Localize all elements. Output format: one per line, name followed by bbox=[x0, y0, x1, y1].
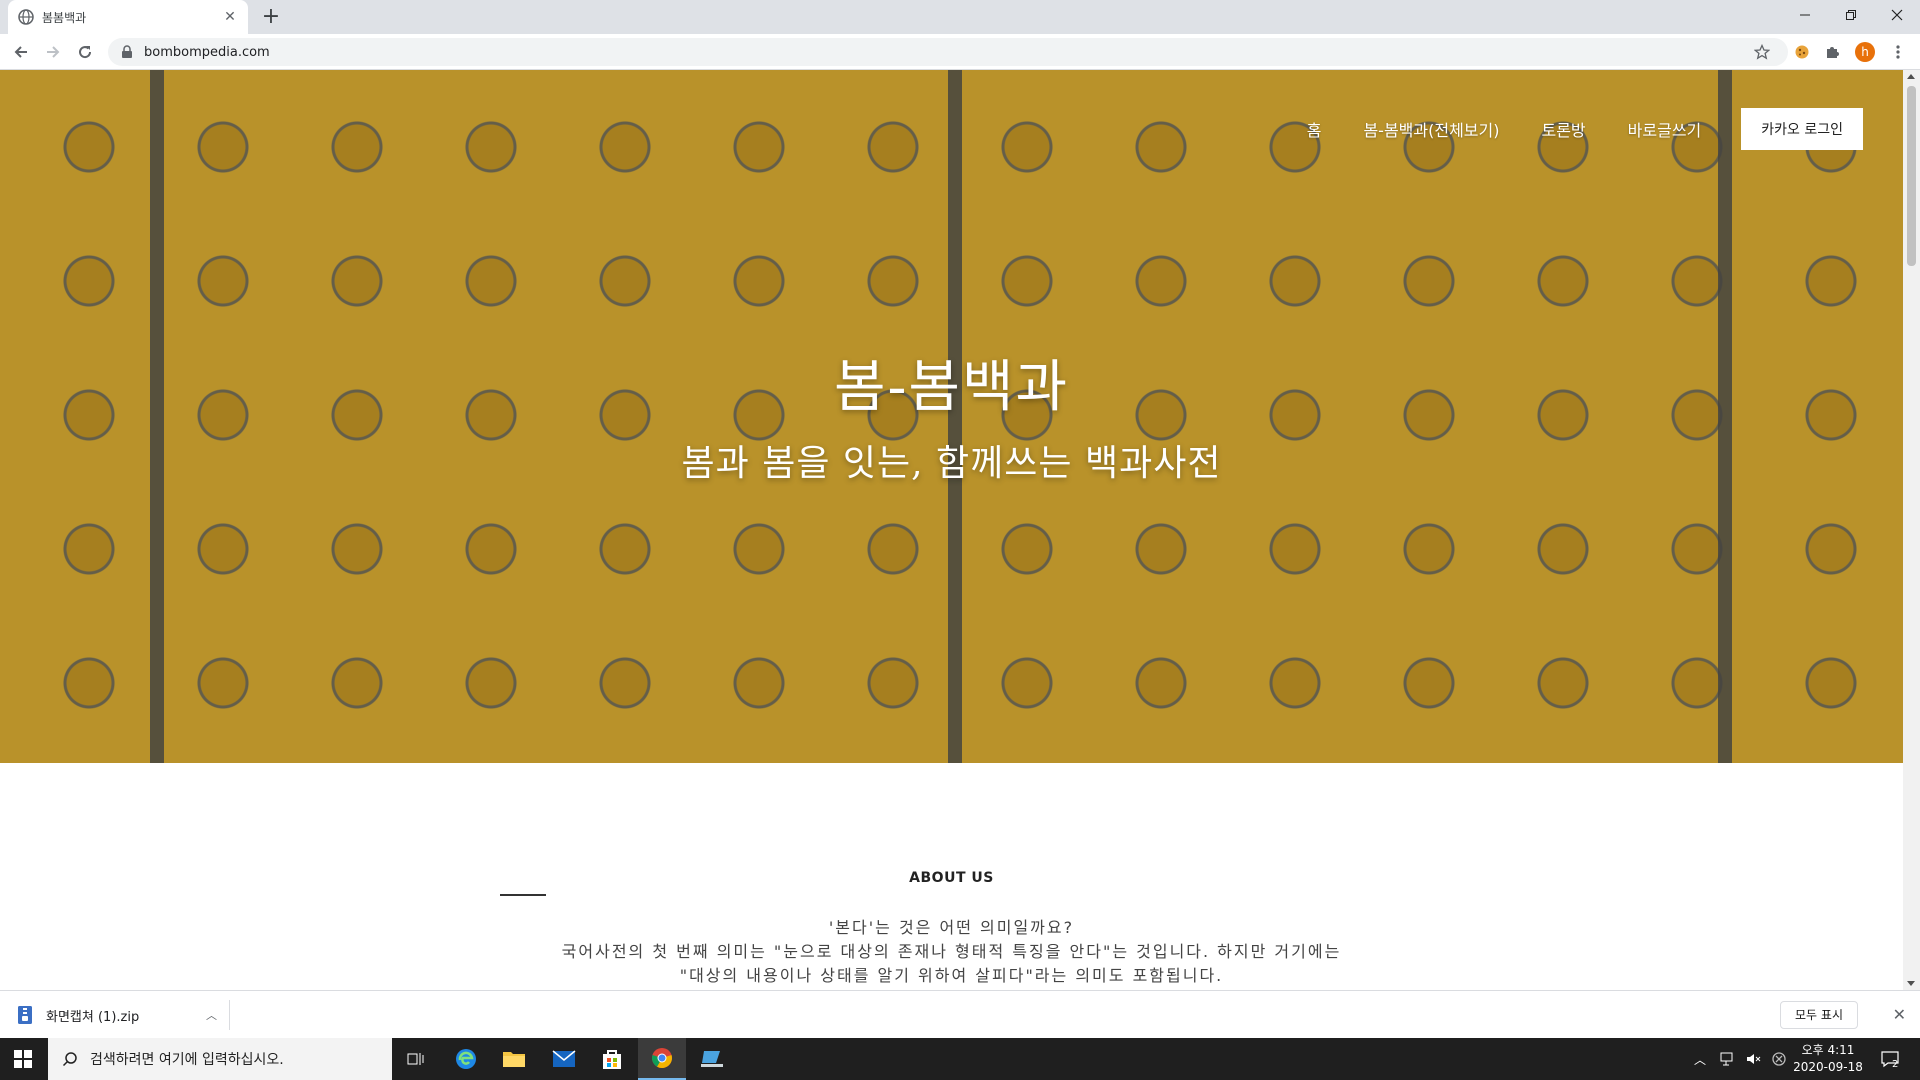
task-view-icon[interactable] bbox=[392, 1038, 440, 1080]
browser-menu-icon[interactable] bbox=[1888, 42, 1908, 62]
zip-file-icon bbox=[18, 1006, 32, 1024]
taskbar-clock[interactable]: 오후 4:11 2020-09-18 bbox=[1784, 1042, 1872, 1076]
scrollbar-thumb[interactable] bbox=[1907, 86, 1916, 266]
minimize-button[interactable] bbox=[1782, 0, 1828, 30]
browser-tab-strip: 봄봄백과 ✕ + bbox=[0, 0, 1920, 34]
edge-browser-icon[interactable] bbox=[442, 1038, 490, 1080]
nav-correct-writing-link[interactable]: 바로글쓰기 bbox=[1628, 117, 1702, 141]
page-scrollbar[interactable] bbox=[1903, 70, 1920, 990]
notification-count: 2 bbox=[1892, 1058, 1899, 1070]
about-heading: ABOUT US bbox=[909, 870, 994, 886]
system-tray: ︿ bbox=[1694, 1038, 1786, 1080]
browser-toolbar: bombompedia.com h bbox=[0, 34, 1920, 70]
nav-all-entries-link[interactable]: 봄-봄백과(전체보기) bbox=[1363, 117, 1499, 141]
download-bar: 화면캡쳐 (1).zip ︿ 모두 표시 ✕ bbox=[0, 990, 1920, 1038]
lock-icon bbox=[122, 45, 132, 58]
profile-initial: h bbox=[1855, 42, 1875, 62]
chevron-up-icon[interactable]: ︿ bbox=[206, 1007, 217, 1023]
scroll-up-arrow-icon[interactable] bbox=[1907, 74, 1915, 79]
close-tab-icon[interactable]: ✕ bbox=[222, 9, 238, 25]
about-line: "대상의 내용이나 상태를 알기 위하여 살피다"라는 의미도 포함됩니다. bbox=[679, 966, 1224, 985]
taskbar-search-box[interactable]: 검색하려면 여기에 입력하십시오. bbox=[48, 1038, 392, 1080]
search-placeholder: 검색하려면 여기에 입력하십시오. bbox=[90, 1052, 284, 1068]
windows-logo-icon bbox=[14, 1050, 32, 1068]
network-icon[interactable] bbox=[1720, 1052, 1736, 1066]
back-button[interactable] bbox=[10, 41, 32, 63]
download-item[interactable]: 화면캡쳐 (1).zip ︿ bbox=[16, 1000, 230, 1030]
clock-time: 오후 4:11 bbox=[1801, 1043, 1855, 1057]
chrome-taskbar-icon[interactable] bbox=[638, 1038, 686, 1080]
new-tab-button[interactable]: + bbox=[258, 4, 284, 30]
about-text: '본다'는 것은 어떤 의미일까요? 국어사전의 첫 번째 의미는 "눈으로 대… bbox=[0, 916, 1903, 988]
tab-title: 봄봄백과 bbox=[42, 10, 87, 25]
search-icon bbox=[62, 1052, 77, 1067]
file-explorer-icon[interactable] bbox=[490, 1038, 538, 1080]
close-download-bar-icon[interactable]: ✕ bbox=[1893, 1005, 1906, 1024]
globe-icon bbox=[18, 9, 34, 25]
nav-discussion-link[interactable]: 토론방 bbox=[1541, 117, 1585, 141]
start-button[interactable] bbox=[0, 1038, 46, 1080]
extensions-puzzle-icon[interactable] bbox=[1822, 42, 1842, 62]
forward-button[interactable] bbox=[42, 41, 64, 63]
reload-button[interactable] bbox=[74, 41, 96, 63]
chevron-up-icon[interactable]: ︿ bbox=[1694, 1051, 1706, 1068]
kakao-login-button[interactable]: 카카오 로그인 bbox=[1741, 108, 1863, 150]
close-window-button[interactable] bbox=[1874, 0, 1920, 30]
notification-center-button[interactable]: 2 bbox=[1880, 1038, 1899, 1080]
about-line: 국어사전의 첫 번째 의미는 "눈으로 대상의 존재나 형태적 특징을 안다"는… bbox=[561, 942, 1342, 961]
url-text: bombompedia.com bbox=[144, 44, 270, 60]
download-file-name: 화면캡쳐 (1).zip bbox=[46, 1009, 140, 1025]
page-viewport: 홈 봄-봄백과(전체보기) 토론방 바로글쓰기 카카오 로그인 봄-봄백과 봄과… bbox=[0, 70, 1903, 990]
browser-tab[interactable]: 봄봄백과 ✕ bbox=[8, 0, 248, 34]
arrow-right-icon bbox=[47, 46, 60, 58]
hero-subtitle: 봄과 봄을 잇는, 함께쓰는 백과사전 bbox=[681, 443, 1222, 484]
show-all-downloads-button[interactable]: 모두 표시 bbox=[1780, 1001, 1858, 1029]
mail-icon[interactable] bbox=[540, 1038, 588, 1080]
arrow-left-icon bbox=[14, 46, 27, 58]
windows-taskbar: 검색하려면 여기에 입력하십시오. ︿ 오후 4:11 2020-09-18 2 bbox=[0, 1038, 1920, 1080]
extension-cookie-icon[interactable] bbox=[1792, 42, 1812, 62]
remote-app-icon[interactable] bbox=[688, 1038, 736, 1080]
volume-muted-icon[interactable] bbox=[1746, 1052, 1762, 1066]
clock-date: 2020-09-18 bbox=[1793, 1060, 1863, 1074]
profile-avatar[interactable]: h bbox=[1855, 42, 1875, 62]
about-divider bbox=[500, 894, 546, 896]
restore-button[interactable] bbox=[1828, 0, 1874, 30]
scroll-down-arrow-icon[interactable] bbox=[1907, 981, 1915, 986]
minimize-icon bbox=[1800, 14, 1810, 16]
hero-section: 홈 봄-봄백과(전체보기) 토론방 바로글쓰기 카카오 로그인 봄-봄백과 봄과… bbox=[0, 70, 1903, 763]
bookmark-star-icon[interactable] bbox=[1752, 42, 1772, 62]
close-icon bbox=[1891, 9, 1903, 21]
about-line: '본다'는 것은 어떤 의미일까요? bbox=[828, 918, 1075, 937]
hero-title: 봄-봄백과 bbox=[833, 355, 1069, 420]
store-icon[interactable] bbox=[588, 1038, 636, 1080]
restore-icon bbox=[1846, 10, 1856, 20]
nav-home-link[interactable]: 홈 bbox=[1307, 117, 1322, 141]
site-navigation: 홈 봄-봄백과(전체보기) 토론방 바로글쓰기 카카오 로그인 bbox=[1265, 108, 1863, 150]
reload-icon bbox=[79, 46, 92, 59]
address-bar[interactable]: bombompedia.com bbox=[108, 38, 1788, 66]
